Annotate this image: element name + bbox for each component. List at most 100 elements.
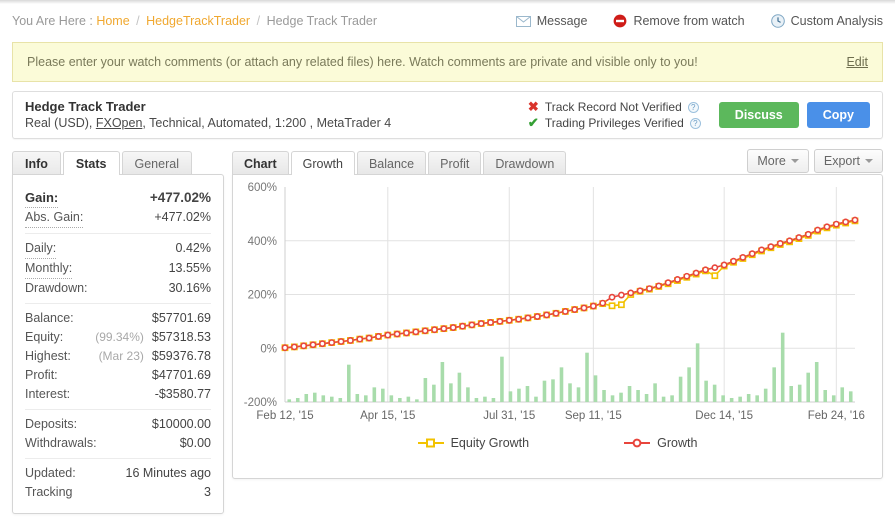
chevron-down-icon — [865, 159, 873, 163]
stat-value-drawdown: 30.16% — [168, 281, 211, 295]
broker-link[interactable]: FXOpen — [96, 116, 143, 130]
stats-group-meta: Updated: 16 Minutes ago Tracking 3 — [25, 458, 211, 507]
verification-row-track-record: ✖ Track Record Not Verified ? — [528, 99, 701, 115]
stat-key-interest: Interest: — [25, 387, 71, 401]
envelope-icon — [515, 15, 531, 27]
growth-chart-svg: 600% 400% 200% 0% -200%Feb 12, '15 Apr 15, '1… — [244, 182, 865, 422]
stats-group-gain: Gain: +477.02% Abs. Gain: +477.02% — [25, 183, 211, 233]
check-icon: ✔ — [527, 115, 539, 130]
stat-value-gain: +477.02% — [149, 190, 211, 205]
clock-icon — [770, 14, 785, 28]
chart-panel: Chart Growth Balance Profit Drawdown Mor… — [232, 148, 883, 479]
stat-row-deposits: Deposits: $10000.00 — [25, 415, 211, 434]
breadcrumb-home-link[interactable]: Home — [96, 14, 129, 28]
custom-analysis-label: Custom Analysis — [790, 14, 883, 28]
export-button[interactable]: Export — [813, 149, 883, 173]
export-label: Export — [823, 154, 860, 168]
track-record-info-icon[interactable]: ? — [687, 101, 699, 113]
stat-key-updated: Updated: — [25, 466, 76, 480]
cross-icon: ✖ — [527, 99, 539, 114]
account-details-pre: Real (USD), — [25, 116, 96, 130]
breadcrumb-sep-2: / — [256, 14, 261, 28]
breadcrumb: You Are Here : Home / HedgeTrackTrader /… — [12, 14, 377, 28]
account-header: Hedge Track Trader Real (USD), FXOpen, T… — [12, 91, 883, 139]
info-tabs: Info Stats General — [12, 148, 224, 175]
message-action[interactable]: Message — [515, 14, 588, 28]
remove-from-watch-label: Remove from watch — [633, 14, 745, 28]
stat-row-abs-gain: Abs. Gain: +477.02% — [25, 208, 211, 228]
stat-row-monthly: Monthly: 13.55% — [25, 259, 211, 279]
stat-value-interest: -$3580.77 — [154, 387, 211, 401]
tab-drawdown[interactable]: Drawdown — [483, 151, 567, 175]
legend-item-growth[interactable]: Growth — [624, 436, 697, 450]
account-name: Hedge Track Trader — [25, 99, 146, 114]
stat-key-balance: Balance: — [25, 311, 74, 325]
svg-text:400%: 400% — [248, 236, 277, 248]
watch-comments-text: Please enter your watch comments (or att… — [27, 55, 698, 69]
svg-text:Jul 31, '15: Jul 31, '15 — [483, 410, 535, 422]
copy-button[interactable]: Copy — [806, 102, 870, 128]
stat-key-monthly[interactable]: Monthly: — [25, 259, 73, 279]
verification-block: ✖ Track Record Not Verified ? ✔ Trading … — [391, 99, 719, 131]
stat-value-deposits: $10000.00 — [151, 417, 211, 431]
account-details: Real (USD), FXOpen, Technical, Automated… — [25, 115, 391, 131]
stat-row-drawdown: Drawdown: 30.16% — [25, 279, 211, 298]
main-content: Info Stats General Gain: +477.02% Abs. G… — [12, 148, 883, 514]
account-details-post: , Technical, Automated, 1:200 , MetaTrad… — [142, 116, 392, 130]
stat-key-tracking: Tracking — [25, 485, 73, 499]
breadcrumb-prefix: You Are Here : — [12, 14, 93, 28]
stat-key-drawdown: Drawdown: — [25, 281, 88, 295]
stat-value-highest: $59376.78 — [151, 349, 211, 363]
breadcrumb-bar: You Are Here : Home / HedgeTrackTrader /… — [0, 4, 895, 38]
info-panel: Info Stats General Gain: +477.02% Abs. G… — [12, 148, 224, 514]
svg-text:600%: 600% — [248, 182, 277, 194]
account-identity: Hedge Track Trader Real (USD), FXOpen, T… — [25, 99, 391, 131]
stat-key-equity: Equity: — [25, 330, 64, 344]
stat-key-highest: Highest: — [25, 349, 71, 363]
header-actions: Message Remove from watch Custom Analysi… — [515, 14, 883, 28]
growth-chart[interactable]: 600% 400% 200% 0% -200% Feb 12, '15 Apr 15, '1… — [232, 174, 883, 479]
tab-growth[interactable]: Growth — [290, 151, 355, 175]
stat-value-equity: $57318.53 — [151, 330, 211, 344]
stat-note-equity: (99.34%) — [95, 330, 144, 344]
remove-circle-icon — [613, 14, 627, 28]
legend-item-equity-growth[interactable]: Equity Growth — [417, 436, 529, 450]
more-button[interactable]: More — [747, 149, 809, 173]
tab-balance[interactable]: Balance — [356, 151, 427, 175]
stat-key-gain[interactable]: Gain: — [25, 188, 59, 208]
account-buttons: Discuss Copy — [718, 102, 870, 128]
stat-value-updated: 16 Minutes ago — [125, 466, 211, 480]
discuss-button[interactable]: Discuss — [718, 102, 799, 128]
stat-key-daily[interactable]: Daily: — [25, 239, 57, 259]
remove-from-watch-action[interactable]: Remove from watch — [613, 14, 745, 28]
trading-privileges-info-icon[interactable]: ? — [689, 117, 701, 129]
edit-watch-comments-link[interactable]: Edit — [846, 55, 868, 69]
tab-info[interactable]: Info — [12, 151, 61, 175]
stat-row-highest: Highest: (Mar 23) $59376.78 — [25, 347, 211, 366]
trading-privileges-label: Trading Privileges Verified — [544, 116, 684, 130]
tab-profit[interactable]: Profit — [428, 151, 482, 175]
stat-value-monthly: 13.55% — [168, 261, 211, 275]
svg-text:Apr 15, '15: Apr 15, '15 — [360, 410, 415, 422]
stat-row-gain: Gain: +477.02% — [25, 188, 211, 208]
breadcrumb-sep-1: / — [136, 14, 140, 28]
chart-tabs: Chart Growth Balance Profit Drawdown Mor… — [232, 148, 883, 175]
stat-row-withdrawals: Withdrawals: $0.00 — [25, 434, 211, 453]
svg-text:0%: 0% — [260, 343, 277, 355]
track-record-label: Track Record Not Verified — [544, 100, 682, 114]
stat-row-daily: Daily: 0.42% — [25, 239, 211, 259]
tab-stats[interactable]: Stats — [62, 151, 120, 175]
stat-value-daily: 0.42% — [175, 241, 211, 255]
chart-title-tab: Chart — [232, 151, 289, 175]
message-label: Message — [536, 14, 588, 28]
custom-analysis-action[interactable]: Custom Analysis — [770, 14, 883, 28]
stats-group-balances: Balance: $57701.69 Equity: (99.34%) $573… — [25, 303, 211, 409]
stat-key-abs-gain[interactable]: Abs. Gain: — [25, 208, 84, 228]
verification-row-trading-privileges: ✔ Trading Privileges Verified ? — [528, 115, 701, 131]
svg-text:200%: 200% — [248, 290, 277, 302]
stats-group-cashflow: Deposits: $10000.00 Withdrawals: $0.00 — [25, 409, 211, 458]
stat-row-updated: Updated: 16 Minutes ago — [25, 464, 211, 483]
tab-general[interactable]: General — [121, 151, 192, 175]
svg-text:Feb 24, '16: Feb 24, '16 — [808, 410, 865, 422]
breadcrumb-account-link[interactable]: HedgeTrackTrader — [146, 14, 250, 28]
